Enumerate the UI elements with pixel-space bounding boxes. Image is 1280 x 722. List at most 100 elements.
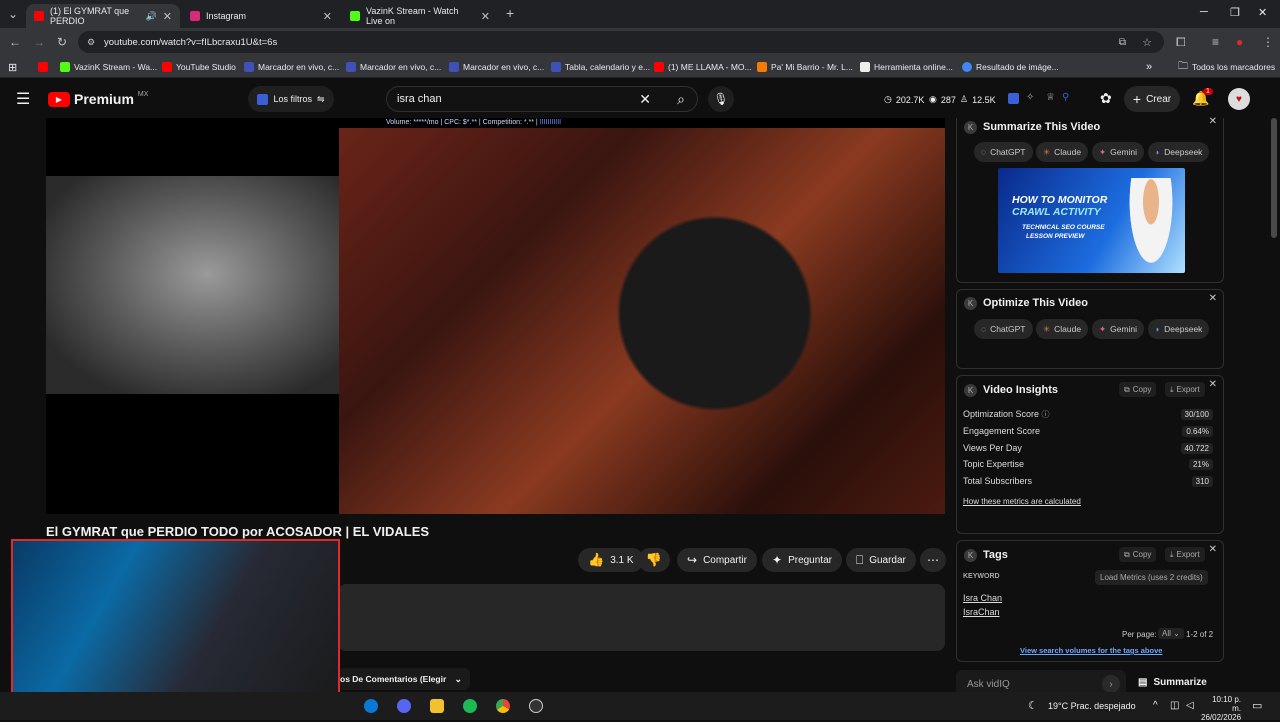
close-icon[interactable]: ✕ xyxy=(1209,544,1217,555)
save-button[interactable]: ⎕ Guardar xyxy=(846,548,916,572)
comments-sort[interactable]: os De Comentarios (Elegir ⌄ xyxy=(338,668,470,690)
ai-sparkle-icon[interactable]: ✧ xyxy=(1026,92,1034,103)
speaker-icon[interactable]: 🔊 xyxy=(146,11,157,22)
youtube-logo[interactable]: ▶ Premium MX xyxy=(48,91,148,107)
video-player[interactable] xyxy=(46,118,945,514)
notification-center-icon[interactable]: ▭ xyxy=(1252,699,1262,712)
close-tab-icon[interactable]: ✕ xyxy=(163,10,172,23)
spotify-icon[interactable] xyxy=(463,699,477,713)
dislike-button[interactable]: 👎 xyxy=(638,548,670,572)
file-explorer-icon[interactable] xyxy=(430,699,444,713)
apps-icon[interactable]: ⊞ xyxy=(8,60,17,74)
ask-button[interactable]: ✦ Preguntar xyxy=(762,548,842,572)
cast-icon[interactable]: ⧉ xyxy=(1119,37,1126,48)
microphone-icon[interactable]: 🎙 xyxy=(708,86,734,112)
minimize-icon[interactable]: ─ xyxy=(1200,6,1208,18)
deepseek-button[interactable]: ◗ Deepseek xyxy=(1148,142,1210,162)
description-box[interactable] xyxy=(338,584,945,651)
close-tab-icon[interactable]: ✕ xyxy=(323,10,332,23)
bookmark-item[interactable]: Marcador en vivo, c... xyxy=(449,60,544,74)
close-icon[interactable]: ✕ xyxy=(1209,293,1217,304)
extensions-icon[interactable]: ⧠ xyxy=(1176,35,1186,50)
bookmark-item[interactable]: Marcador en vivo, c... xyxy=(346,60,441,74)
clock[interactable]: 10:10 p. m. 26/02/2026 xyxy=(1201,695,1241,722)
site-info-icon[interactable]: ⚙ xyxy=(87,37,95,48)
claude-button[interactable]: ✳ Claude xyxy=(1036,319,1089,339)
profile-icon[interactable]: ● xyxy=(1236,35,1243,49)
tab-kick[interactable]: VazinK Stream - Watch Live on ✕ xyxy=(342,4,498,28)
per-page-select[interactable]: All ⌄ xyxy=(1158,628,1184,639)
tab-instagram[interactable]: Instagram ✕ xyxy=(182,4,340,28)
filters-button[interactable]: Los filtros ⇋ xyxy=(248,86,334,112)
avatar[interactable]: ♥ xyxy=(1228,88,1250,110)
bookmark-item[interactable]: Marcador en vivo, c... xyxy=(244,60,339,74)
tray-chevron-icon[interactable]: ^ xyxy=(1153,700,1158,711)
rocket-icon[interactable]: ⚲ xyxy=(1062,92,1069,103)
tag-link[interactable]: Isra Chan xyxy=(963,593,1002,603)
clear-search-icon[interactable]: ✕ xyxy=(639,91,651,108)
more-bookmarks-icon[interactable]: » xyxy=(1146,60,1152,74)
collab-icon[interactable]: ✿ xyxy=(1100,90,1112,107)
more-actions-button[interactable]: ⋯ xyxy=(920,548,946,572)
menu-icon[interactable]: ⋮ xyxy=(1262,35,1274,49)
bookmark-item[interactable]: Herramienta online... xyxy=(860,60,953,74)
tab-search-icon[interactable]: ⌄ xyxy=(8,7,18,21)
weather-text[interactable]: 19°C Prac. despejado xyxy=(1048,701,1136,711)
bookmark-item[interactable]: YouTube Studio xyxy=(162,60,236,74)
obs-icon[interactable] xyxy=(529,699,543,713)
bookmark-item[interactable]: Pa' Mi Barrio - Mr. L... xyxy=(757,60,853,74)
bookmark-label: Tabla, calendario y e... xyxy=(565,62,651,72)
load-metrics-button[interactable]: Load Metrics (uses 2 credits) xyxy=(1095,570,1208,585)
search-input[interactable]: isra chan ✕ ⌕ xyxy=(386,86,698,112)
deepseek-button[interactable]: ◗ Deepseek xyxy=(1148,319,1210,339)
info-icon[interactable]: ⓘ xyxy=(1042,410,1050,419)
summarize-button[interactable]: ▤ Summarize xyxy=(1138,677,1207,688)
back-icon[interactable]: ← xyxy=(9,35,21,49)
discord-icon[interactable] xyxy=(397,699,411,713)
page-scrollbar[interactable] xyxy=(1271,118,1277,238)
send-arrow-icon[interactable]: › xyxy=(1102,675,1120,693)
trophy-icon[interactable]: ♕ xyxy=(1046,92,1055,103)
media-icon[interactable]: ≡ xyxy=(1212,35,1219,49)
chrome-icon[interactable] xyxy=(496,699,510,713)
bookmark-item[interactable]: Resultado de imáge... xyxy=(962,60,1059,74)
bookmark-item[interactable]: Tabla, calendario y e... xyxy=(551,60,650,74)
tag-link[interactable]: IsraChan xyxy=(963,607,1000,617)
close-icon[interactable]: ✕ xyxy=(1209,116,1217,127)
gemini-button[interactable]: ✦ Gemini xyxy=(1092,319,1145,339)
tab-youtube[interactable]: (1) El GYMRAT que PERDIO 🔊 ✕ xyxy=(26,4,180,28)
chatgpt-button[interactable]: ◌ ChatGPT xyxy=(974,142,1033,162)
course-ad-thumbnail[interactable]: HOW TO MONITOR CRAWL ACTIVITY TECHNICAL … xyxy=(998,168,1185,273)
bookmark-item[interactable]: VazinK Stream - Wa... xyxy=(60,60,157,74)
bookmark-star-icon[interactable]: ☆ xyxy=(1142,36,1152,49)
metrics-info-link[interactable]: How these metrics are calculated xyxy=(963,497,1081,506)
url-field[interactable]: ⚙ youtube.com/watch?v=fILbcraxu1U&t=6s ⧉… xyxy=(78,31,1164,53)
bookmark-youtube[interactable] xyxy=(38,60,48,74)
copy-button[interactable]: ⧉ Copy xyxy=(1119,382,1157,397)
all-bookmarks[interactable]: 🗀 Todos los marcadores xyxy=(1178,60,1275,74)
close-icon[interactable]: ✕ xyxy=(1209,379,1217,390)
hamburger-menu-icon[interactable]: ☰ xyxy=(16,89,30,109)
close-window-icon[interactable]: ✕ xyxy=(1258,6,1267,19)
export-button[interactable]: ⤓ Export xyxy=(1165,382,1205,397)
share-button[interactable]: ↪ Compartir xyxy=(677,548,757,572)
like-button[interactable]: 👍 3.1 K xyxy=(578,548,644,572)
claude-button[interactable]: ✳ Claude xyxy=(1036,142,1089,162)
gemini-button[interactable]: ✦ Gemini xyxy=(1092,142,1145,162)
bookmark-item[interactable]: (1) ME LLAMA - MO... xyxy=(654,60,752,74)
new-tab-icon[interactable]: + xyxy=(506,5,514,21)
restore-icon[interactable]: ❐ xyxy=(1230,6,1240,19)
search-volumes-link[interactable]: View search volumes for the tags above xyxy=(1020,646,1162,655)
search-icon[interactable]: ⌕ xyxy=(677,91,685,108)
vidiq-toolbar-icon[interactable] xyxy=(1008,93,1019,104)
close-tab-icon[interactable]: ✕ xyxy=(481,10,490,23)
create-button[interactable]: + Crear xyxy=(1124,86,1180,112)
chatgpt-button[interactable]: ◌ ChatGPT xyxy=(974,319,1033,339)
edge-icon[interactable] xyxy=(364,699,378,713)
forward-icon[interactable]: → xyxy=(33,35,45,49)
volume-icon[interactable]: ◁ xyxy=(1186,700,1194,711)
copy-button[interactable]: ⧉ Copy xyxy=(1119,547,1157,562)
reload-icon[interactable]: ↻ xyxy=(57,35,67,49)
network-icon[interactable]: ◫ xyxy=(1170,700,1179,711)
export-button[interactable]: ⤓ Export xyxy=(1165,547,1205,562)
